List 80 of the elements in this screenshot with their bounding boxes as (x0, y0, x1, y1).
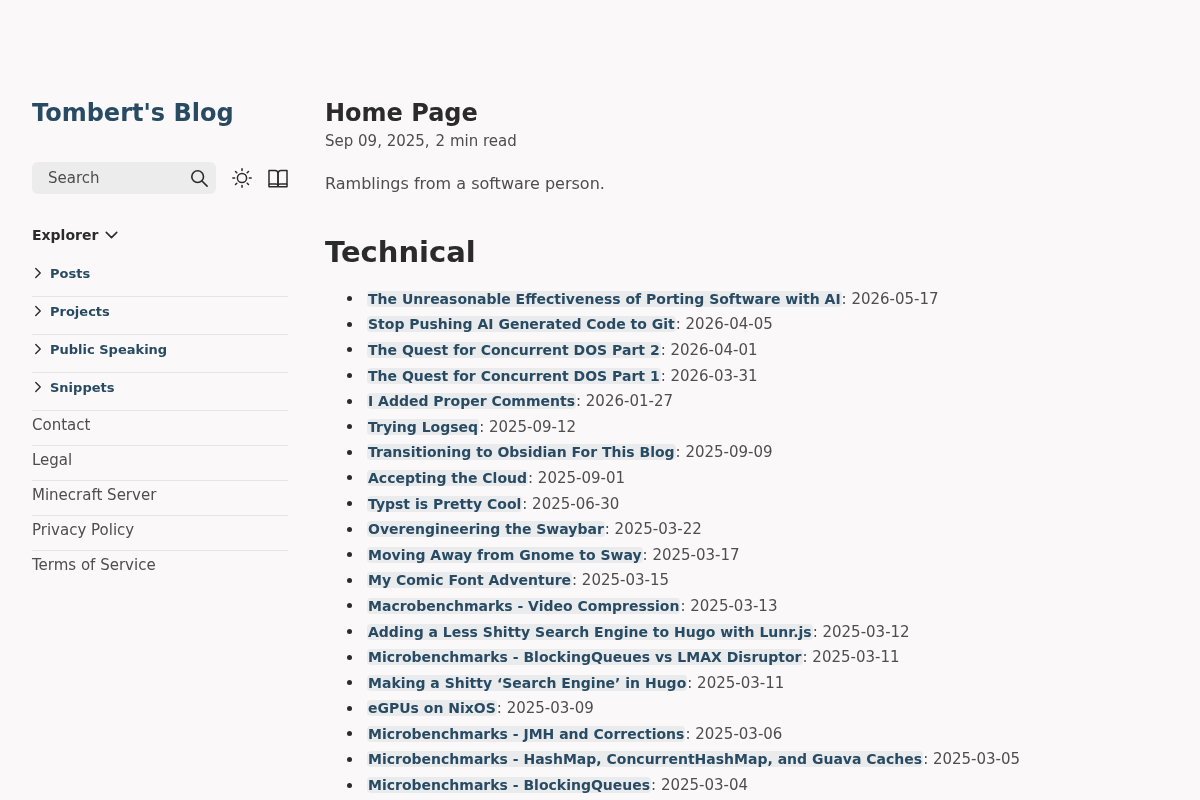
post-link[interactable]: Trying Logseq (367, 418, 480, 435)
bullet-icon (347, 321, 352, 327)
post-link[interactable]: The Unreasonable Effectiveness of Porting Software with AI (367, 290, 842, 307)
post-entry: Microbenchmarks - BlockingQueues vs LMAX Disruptor: 2025-03-11 (367, 647, 900, 669)
bullet-icon (347, 424, 352, 430)
nav-link[interactable]: Minecraft Server (32, 484, 157, 506)
search-icon (190, 169, 208, 187)
post-entry: The Quest for Concurrent DOS Part 2: 2026-04-01 (367, 340, 758, 361)
bullet-icon (347, 501, 352, 507)
bullet-icon (347, 731, 352, 737)
post-link[interactable]: Moving Away from Gnome to Sway (367, 546, 643, 563)
post-entry: Microbenchmarks - JMH and Corrections: 2025-03-06 (367, 723, 783, 745)
bullet-icon (347, 705, 352, 711)
bullet-icon (347, 577, 352, 583)
explorer-toggle[interactable]: Explorer (32, 223, 117, 247)
post-link[interactable]: Making a Shitty ‘Search Engine’ in Hugo (367, 674, 688, 691)
sun-icon[interactable] (232, 168, 252, 188)
post-link[interactable]: Accepting the Cloud (367, 469, 528, 486)
post-link[interactable]: Macrobenchmarks - Video Compression (367, 597, 681, 614)
post-entry: Overengineering the Swaybar: 2025-03-22 (367, 519, 702, 541)
bullet-icon (347, 526, 352, 532)
post-link[interactable]: Microbenchmarks - BlockingQueues (367, 777, 652, 794)
post-entry: I Added Proper Comments: 2026-01-27 (367, 391, 673, 413)
nav-link[interactable]: Legal (32, 449, 73, 471)
nav-link[interactable]: Privacy Policy (32, 519, 135, 541)
bullet-icon (347, 603, 352, 609)
post-link[interactable]: eGPUs on NixOS (367, 700, 497, 717)
post-link[interactable]: Transitioning to Obsidian For This Blog (367, 444, 676, 461)
bullet-icon (347, 654, 352, 660)
post-link[interactable]: The Quest for Concurrent DOS Part 1 (367, 367, 661, 384)
post-link[interactable]: Overengineering the Swaybar (367, 521, 605, 538)
post-entry: Adding a Less Shitty Search Engine to Hugo with Lunr.js: 2025-03-12 (367, 621, 910, 643)
bullet-icon (347, 449, 352, 455)
post-entry: Moving Away from Gnome to Sway: 2025-03-17 (367, 544, 740, 566)
bullet-icon (347, 782, 352, 788)
post-entry: Transitioning to Obsidian For This Blog: 2025-09-09 (367, 442, 773, 464)
bullet-icon (347, 398, 352, 404)
post-entry: The Unreasonable Effectiveness of Porting Software with AI: 2026-05-17 (367, 288, 939, 310)
post-entry: Macrobenchmarks - Video Compression: 2025-03-13 (367, 595, 778, 617)
post-entry: My Comic Font Adventure: 2025-03-15 (367, 570, 670, 592)
meta-text: Sep 09, 2025, (325, 131, 430, 152)
book-icon[interactable] (268, 168, 288, 188)
folder-button[interactable]: Public Speaking (32, 338, 168, 360)
folder-button[interactable]: Snippets (32, 376, 115, 398)
post-entry: The Quest for Concurrent DOS Part 1: 2026-03-31 (367, 365, 758, 387)
post-link[interactable]: The Quest for Concurrent DOS Part 2 (367, 342, 661, 358)
bullet-icon (347, 296, 352, 302)
nav-link[interactable]: Contact (32, 414, 91, 436)
post-link[interactable]: Microbenchmarks - JMH and Corrections (367, 725, 686, 742)
post-entry: Microbenchmarks - BlockingQueues: 2025-03-04 (367, 775, 749, 797)
nav-link[interactable]: Terms of Service (32, 554, 156, 576)
post-link[interactable]: Microbenchmarks - HashMap, ConcurrentHashMap, and Guava Caches (367, 751, 924, 768)
post-link[interactable]: Stop Pushing AI Generated Code to Git (367, 316, 676, 333)
post-link[interactable]: Microbenchmarks - BlockingQueues vs LMAX Disruptor (367, 649, 803, 666)
bullet-icon (347, 347, 352, 353)
post-entry: Typst is Pretty Cool: 2025-06-30 (367, 493, 620, 515)
search-field[interactable]: Search (32, 162, 216, 194)
post-entry: Making a Shitty ‘Search Engine’ in Hugo: 2025-03-11 (367, 672, 785, 694)
post-link[interactable]: I Added Proper Comments (367, 393, 576, 410)
bullet-icon (347, 680, 352, 686)
post-entry: Stop Pushing AI Generated Code to Git: 2026-04-05 (367, 314, 773, 336)
folder-button[interactable]: Posts (32, 262, 91, 284)
description-text: Ramblings from a software person. (325, 173, 605, 195)
post-entry: eGPUs on NixOS: 2025-03-09 (367, 698, 594, 720)
post-entry: Trying Logseq: 2025-09-12 (367, 416, 577, 438)
bullet-icon (347, 629, 352, 634)
post-entry: Accepting the Cloud: 2025-09-01 (367, 467, 625, 489)
site-title[interactable]: Tombert's Blog (32, 96, 234, 130)
page-title: Home Page (325, 98, 478, 129)
meta-text: 2 min read (435, 131, 517, 152)
post-entry: Microbenchmarks - HashMap, ConcurrentHashMap, and Guava Caches: 2025-03-05 (367, 749, 1021, 771)
section-heading: Technical (325, 234, 476, 270)
bullet-icon (347, 475, 352, 481)
post-link[interactable]: Typst is Pretty Cool (367, 495, 523, 512)
post-link[interactable]: My Comic Font Adventure (367, 572, 573, 589)
bullet-icon (347, 757, 352, 762)
folder-button[interactable]: Projects (32, 300, 110, 322)
post-link[interactable]: Adding a Less Shitty Search Engine to Hugo with Lunr.js (367, 623, 813, 640)
bullet-icon (347, 373, 352, 379)
bullet-icon (347, 552, 352, 558)
